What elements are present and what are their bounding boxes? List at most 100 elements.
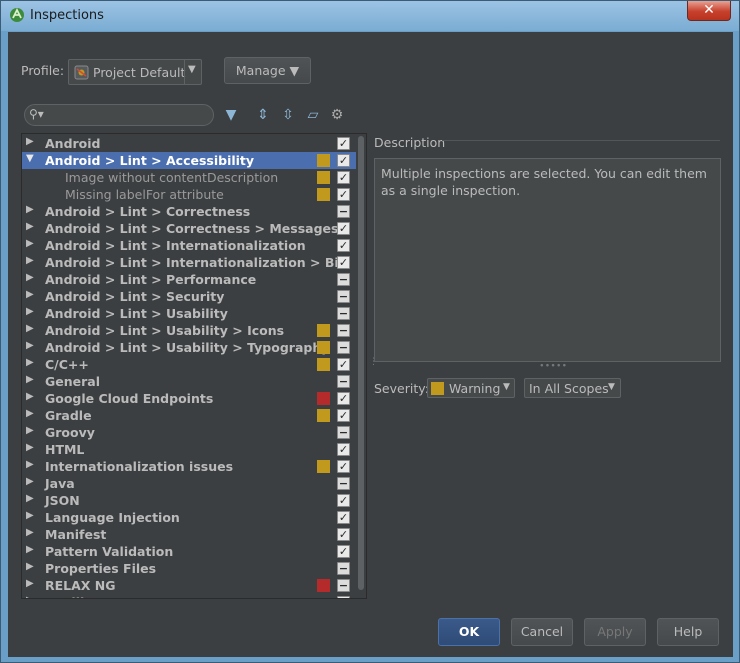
collapsed-arrow-icon[interactable]: ▶ — [26, 306, 34, 317]
tree-row[interactable]: ▶ Android ✓ — [22, 135, 356, 152]
tree-row[interactable]: ▶ RELAX NG − — [22, 577, 356, 594]
apply-button[interactable]: Apply — [584, 618, 646, 646]
collapsed-arrow-icon[interactable]: ▶ — [26, 289, 34, 300]
enabled-checkbox[interactable]: ✓ — [337, 154, 350, 167]
collapsed-arrow-icon[interactable]: ▶ — [26, 459, 34, 470]
enabled-checkbox[interactable]: ✓ — [337, 222, 350, 235]
profile-dropdown[interactable]: Project Default ▼ — [68, 59, 202, 85]
tree-row[interactable]: ▶ Java − — [22, 475, 356, 492]
enabled-checkbox[interactable]: ✓ — [337, 596, 350, 598]
tree-row[interactable]: ▶ Google Cloud Endpoints ✓ — [22, 390, 356, 407]
enabled-checkbox[interactable]: ✓ — [337, 137, 350, 150]
search-input[interactable]: ⚲▾ — [24, 104, 214, 126]
tree-row[interactable]: ▶ Android > Lint > Internationalization ✓ — [22, 237, 356, 254]
enabled-checkbox[interactable]: ✓ — [337, 443, 350, 456]
collapsed-arrow-icon[interactable]: ▶ — [26, 544, 34, 555]
enabled-checkbox[interactable]: ✓ — [337, 188, 350, 201]
filter-icon[interactable]: ▼ — [222, 106, 240, 124]
collapsed-arrow-icon[interactable]: ▶ — [26, 238, 34, 249]
collapsed-arrow-icon[interactable]: ▶ — [26, 578, 34, 589]
enabled-checkbox[interactable]: − — [337, 307, 350, 320]
enabled-checkbox[interactable]: ✓ — [337, 358, 350, 371]
tree-row[interactable]: ▶ Android > Lint > Usability − — [22, 305, 356, 322]
splitter-handle[interactable]: ⋮ — [369, 357, 378, 367]
manage-button[interactable]: Manage ▼ — [224, 57, 311, 84]
enabled-checkbox[interactable]: ✓ — [337, 460, 350, 473]
inspections-tree[interactable]: ▶ Spelling ✓ ▶ RELAX NG − ▶ Properties Files − ▶ P… — [21, 133, 367, 599]
splitter-handle-horizontal[interactable]: ∙∙∙∙∙ — [539, 361, 567, 371]
collapse-all-icon[interactable]: ⇳ — [279, 106, 297, 124]
tree-row[interactable]: ▶ C/C++ ✓ — [22, 356, 356, 373]
tree-row[interactable]: ▶ Groovy − — [22, 424, 356, 441]
tree-row[interactable]: ▶ JSON ✓ — [22, 492, 356, 509]
scope-dropdown[interactable]: In All Scopes ▼ — [524, 378, 621, 398]
collapsed-arrow-icon[interactable]: ▶ — [26, 425, 34, 436]
collapsed-arrow-icon[interactable]: ▶ — [26, 391, 34, 402]
collapsed-arrow-icon[interactable]: ▶ — [26, 136, 34, 147]
tree-row[interactable]: ▶ Android > Lint > Correctness − — [22, 203, 356, 220]
enabled-checkbox[interactable]: − — [337, 205, 350, 218]
tree-row[interactable]: ▶ Manifest ✓ — [22, 526, 356, 543]
tree-row[interactable]: ▼ Android > Lint > Accessibility ✓ — [22, 152, 356, 169]
collapsed-arrow-icon[interactable]: ▶ — [26, 340, 34, 351]
enabled-checkbox[interactable]: ✓ — [337, 171, 350, 184]
enabled-checkbox[interactable]: ✓ — [337, 528, 350, 541]
tree-row[interactable]: ▶ General − — [22, 373, 356, 390]
collapsed-arrow-icon[interactable]: ▶ — [26, 323, 34, 334]
tree-row[interactable]: ▶ Spelling ✓ — [22, 594, 356, 598]
collapsed-arrow-icon[interactable]: ▶ — [26, 255, 34, 266]
tree-row[interactable]: ▶ HTML ✓ — [22, 441, 356, 458]
enabled-checkbox[interactable]: ✓ — [337, 392, 350, 405]
reset-icon[interactable]: ▱ — [304, 106, 322, 124]
collapsed-arrow-icon[interactable]: ▶ — [26, 493, 34, 504]
enabled-checkbox[interactable]: ✓ — [337, 256, 350, 269]
cancel-button[interactable]: Cancel — [511, 618, 573, 646]
tree-row[interactable]: ▶ Android > Lint > Internationalization >… — [22, 254, 356, 271]
tree-row[interactable]: ▶ Android > Lint > Performance − — [22, 271, 356, 288]
expanded-arrow-icon[interactable]: ▼ — [26, 153, 34, 164]
close-button[interactable]: ✕ — [687, 1, 731, 21]
expand-all-icon[interactable]: ⇕ — [254, 106, 272, 124]
tree-row[interactable]: ▶ Pattern Validation ✓ — [22, 543, 356, 560]
collapsed-arrow-icon[interactable]: ▶ — [26, 357, 34, 368]
collapsed-arrow-icon[interactable]: ▶ — [26, 221, 34, 232]
scrollbar-thumb[interactable] — [358, 136, 364, 590]
enabled-checkbox[interactable]: ✓ — [337, 409, 350, 422]
enabled-checkbox[interactable]: − — [337, 426, 350, 439]
tree-row[interactable]: ▶ Gradle ✓ — [22, 407, 356, 424]
enabled-checkbox[interactable]: ✓ — [337, 494, 350, 507]
enabled-checkbox[interactable]: − — [337, 290, 350, 303]
severity-dropdown[interactable]: Warning ▼ — [427, 378, 515, 398]
help-button[interactable]: Help — [657, 618, 719, 646]
collapsed-arrow-icon[interactable]: ▶ — [26, 595, 34, 598]
tree-row[interactable]: ▶ Android > Lint > Correctness > Messages… — [22, 220, 356, 237]
ok-button[interactable]: OK — [438, 618, 500, 646]
tree-scrollbar[interactable] — [356, 134, 366, 598]
collapsed-arrow-icon[interactable]: ▶ — [26, 204, 34, 215]
enabled-checkbox[interactable]: − — [337, 324, 350, 337]
collapsed-arrow-icon[interactable]: ▶ — [26, 476, 34, 487]
collapsed-arrow-icon[interactable]: ▶ — [26, 374, 34, 385]
enabled-checkbox[interactable]: − — [337, 477, 350, 490]
tree-row[interactable]: ▶ Language Injection ✓ — [22, 509, 356, 526]
enabled-checkbox[interactable]: − — [337, 579, 350, 592]
collapsed-arrow-icon[interactable]: ▶ — [26, 442, 34, 453]
enabled-checkbox[interactable]: ✓ — [337, 511, 350, 524]
tree-row[interactable]: ▶ Android > Lint > Usability > Icons − — [22, 322, 356, 339]
title-bar[interactable]: Inspections ✕ — [1, 1, 739, 31]
collapsed-arrow-icon[interactable]: ▶ — [26, 408, 34, 419]
tree-row[interactable]: ▶ Android > Lint > Security − — [22, 288, 356, 305]
enabled-checkbox[interactable]: − — [337, 562, 350, 575]
enabled-checkbox[interactable]: − — [337, 273, 350, 286]
collapsed-arrow-icon[interactable]: ▶ — [26, 561, 34, 572]
enabled-checkbox[interactable]: ✓ — [337, 239, 350, 252]
gear-icon[interactable]: ⚙ — [328, 106, 346, 124]
tree-row[interactable]: Image without contentDescription ✓ — [22, 169, 356, 186]
tree-row[interactable]: ▶ Android > Lint > Usability > Typography… — [22, 339, 356, 356]
collapsed-arrow-icon[interactable]: ▶ — [26, 510, 34, 521]
enabled-checkbox[interactable]: − — [337, 375, 350, 388]
collapsed-arrow-icon[interactable]: ▶ — [26, 527, 34, 538]
tree-row[interactable]: ▶ Internationalization issues ✓ — [22, 458, 356, 475]
tree-row[interactable]: ▶ Properties Files − — [22, 560, 356, 577]
enabled-checkbox[interactable]: ✓ — [337, 545, 350, 558]
